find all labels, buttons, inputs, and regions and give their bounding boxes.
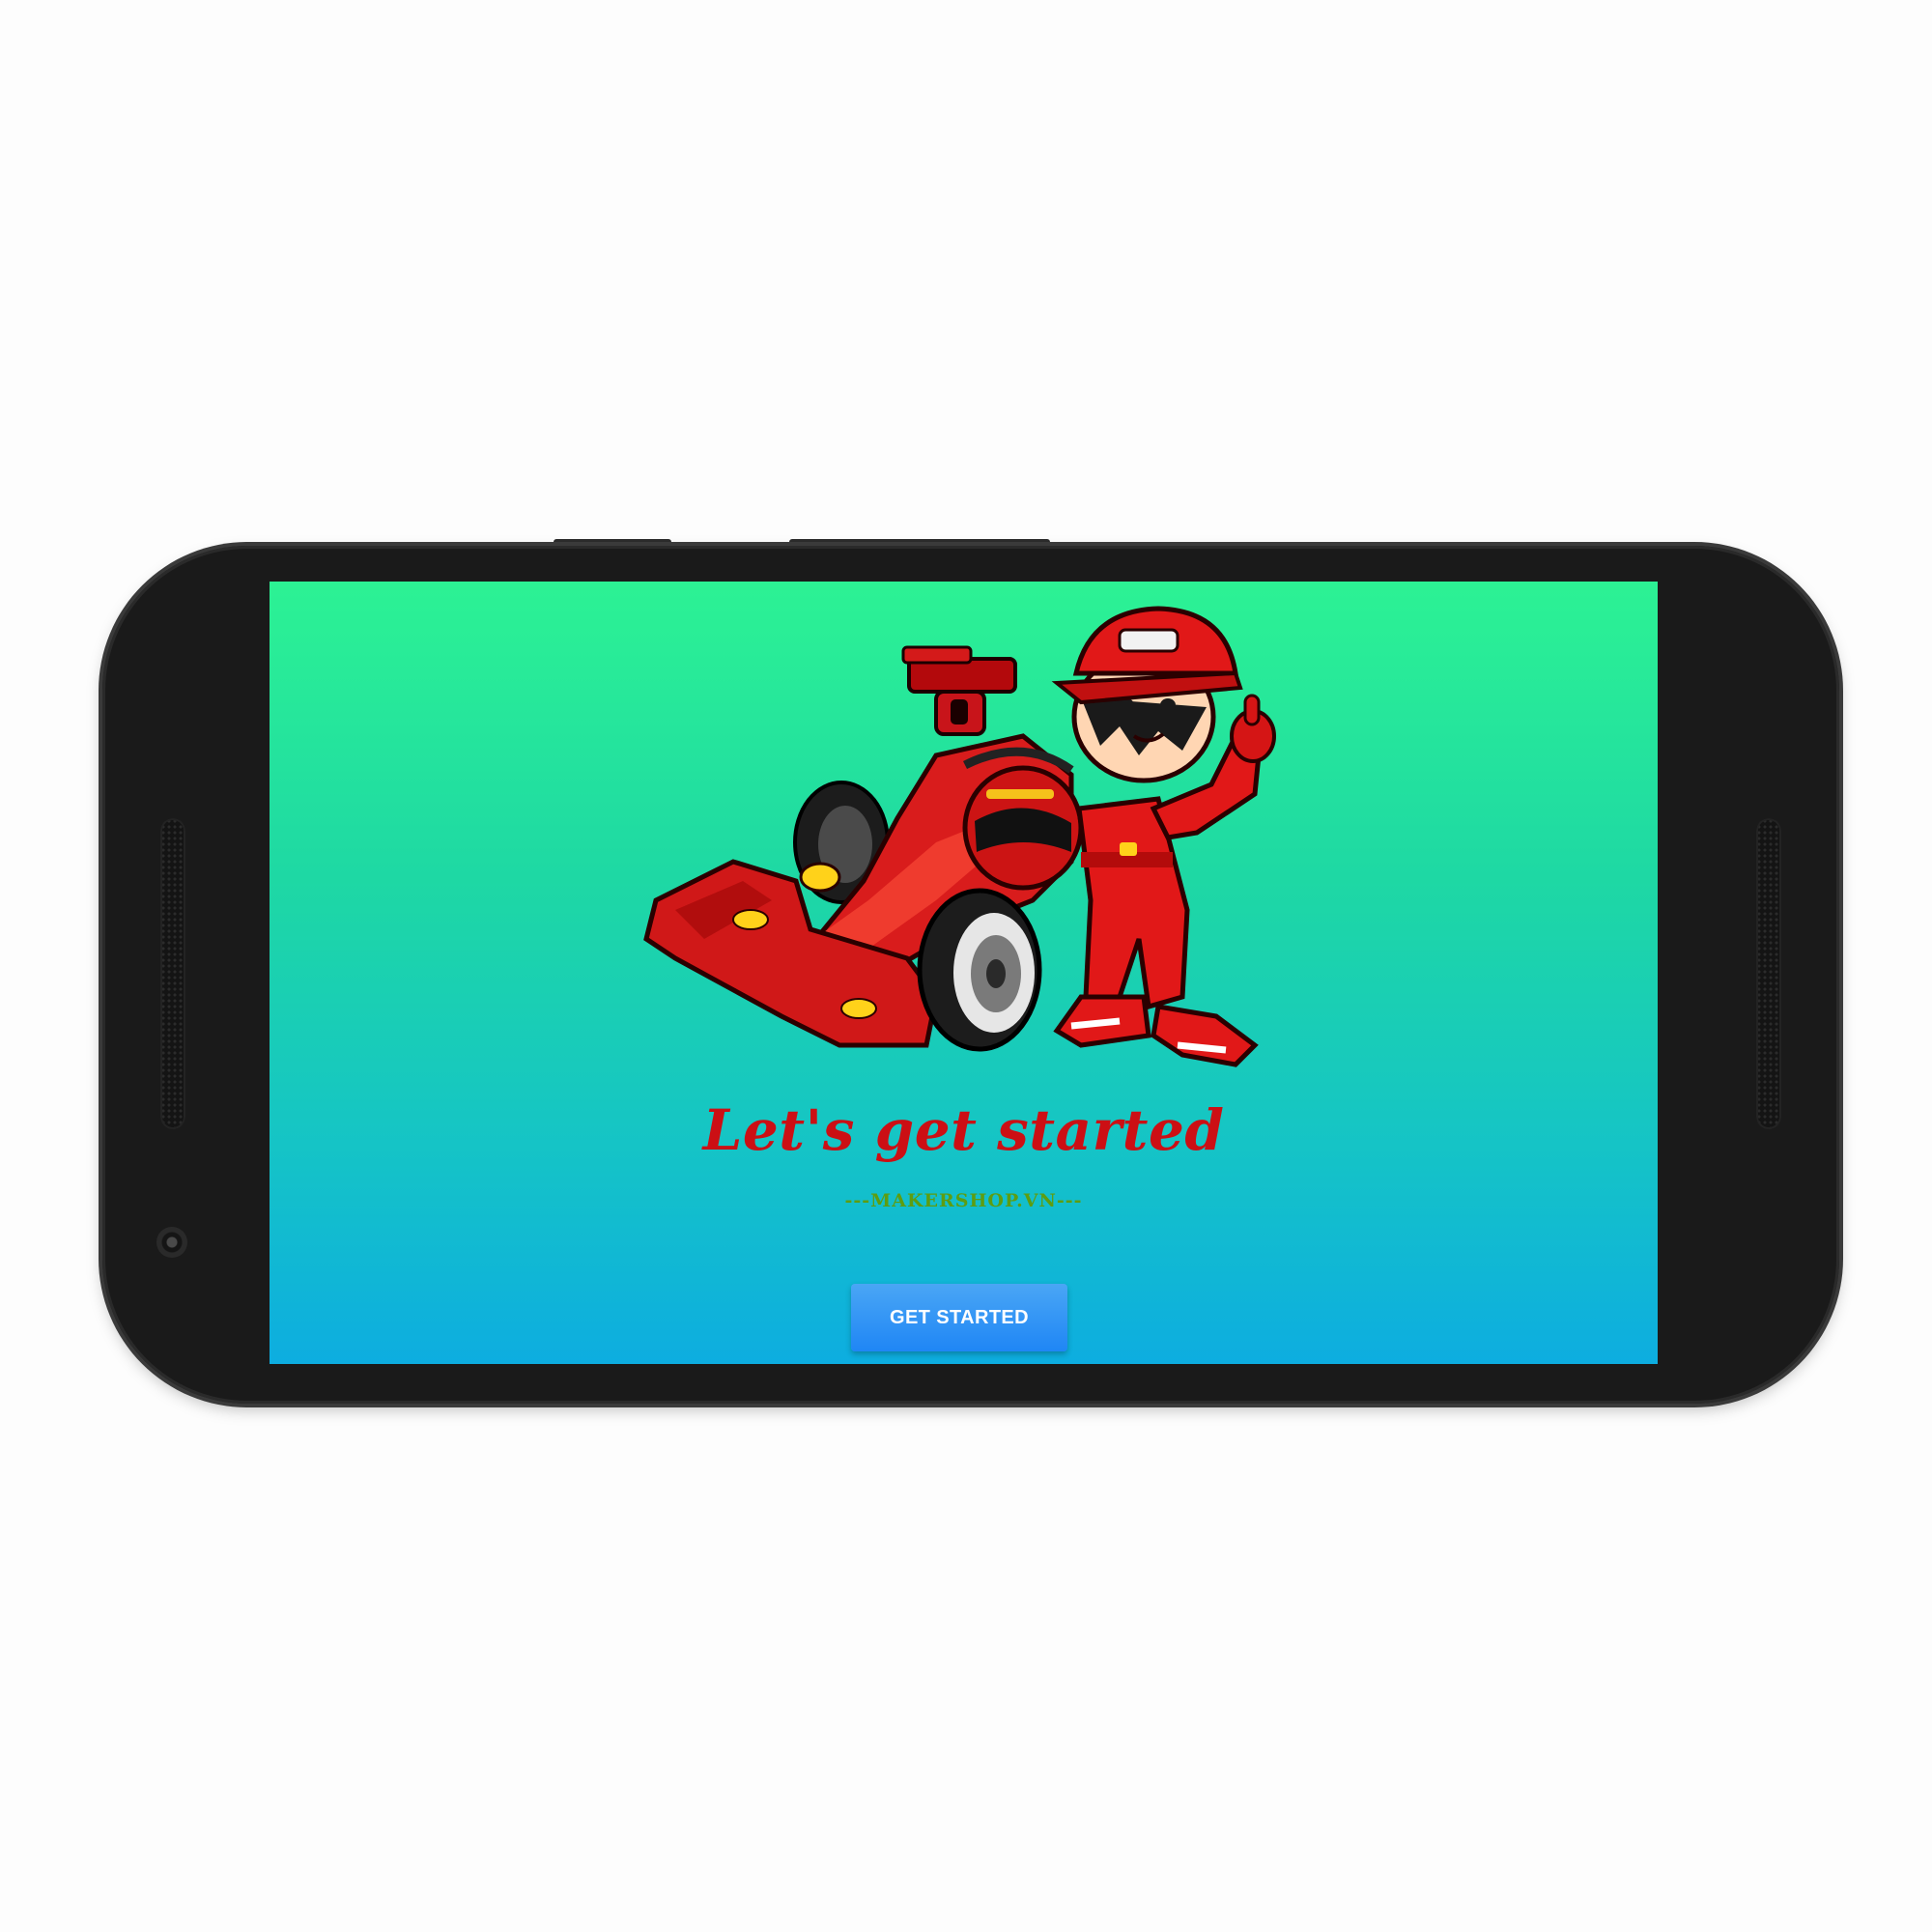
get-started-button[interactable]: GET STARTED <box>851 1284 1067 1351</box>
front-camera-icon <box>156 1227 187 1258</box>
race-car-driver-illustration <box>643 606 1276 1067</box>
left-speaker-grille <box>160 818 185 1129</box>
welcome-title: Let's get started <box>702 1097 1225 1163</box>
app-screen: Let's get started ---MAKERSHOP.VN--- GET… <box>270 582 1658 1364</box>
canvas: Let's get started ---MAKERSHOP.VN--- GET… <box>0 0 1932 1932</box>
phone-frame: Let's get started ---MAKERSHOP.VN--- GET… <box>102 546 1839 1404</box>
right-speaker-grille <box>1756 818 1781 1129</box>
brand-tagline: ---MAKERSHOP.VN--- <box>844 1190 1083 1211</box>
